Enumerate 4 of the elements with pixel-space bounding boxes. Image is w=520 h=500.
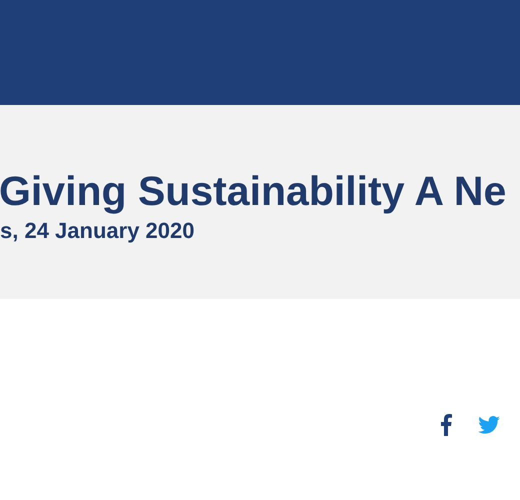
- twitter-icon[interactable]: [478, 416, 500, 434]
- facebook-icon[interactable]: [440, 414, 452, 436]
- article-date: s, 24 January 2020: [0, 217, 194, 245]
- article-title: Giving Sustainability A Ne: [0, 167, 506, 216]
